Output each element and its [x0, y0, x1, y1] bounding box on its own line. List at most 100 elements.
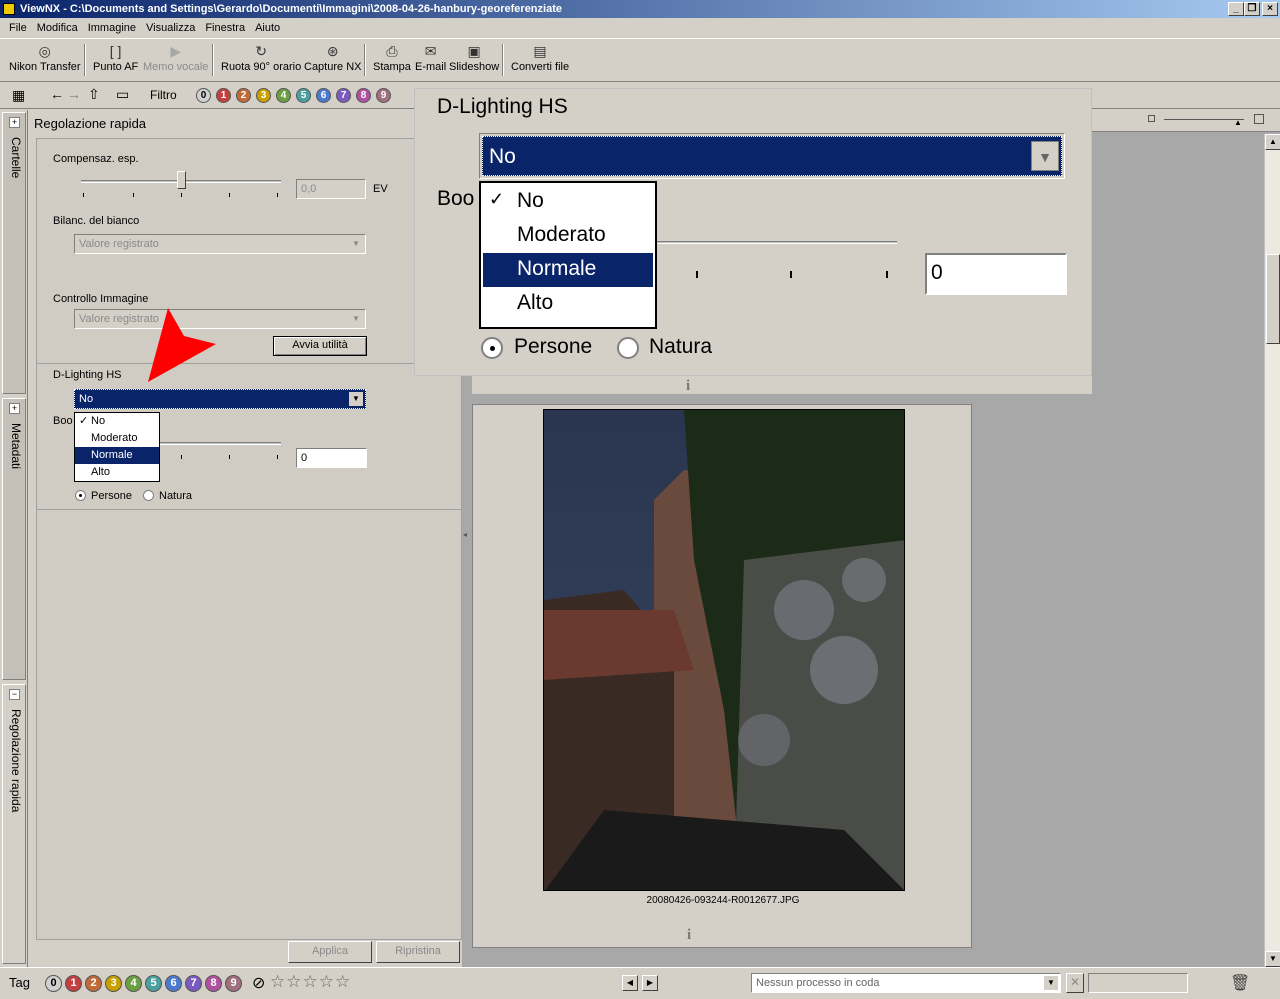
zoom-radio-persone-label: Persone — [514, 335, 593, 358]
filter-rating-2[interactable]: 2 — [236, 88, 251, 103]
dlighting-select[interactable]: No ▼ — [74, 389, 366, 409]
tab-cartelle[interactable]: + Cartelle — [2, 112, 26, 394]
star-rating[interactable]: ☆☆☆☆☆ — [270, 972, 351, 992]
forward-arrow-icon[interactable]: → — [67, 86, 81, 102]
ripristina-button[interactable]: Ripristina — [376, 941, 460, 963]
dropdown-option-moderato[interactable]: Moderato — [75, 430, 159, 447]
slideshow-button[interactable]: ▣ Slideshow — [449, 43, 499, 73]
restore-button[interactable]: ❐ — [1244, 2, 1260, 16]
menu-immagine[interactable]: Immagine — [83, 22, 141, 34]
capture-nx-button[interactable]: ⊛ Capture NX — [304, 43, 361, 73]
prev-button[interactable]: ◀ — [622, 975, 638, 991]
menu-modifica[interactable]: Modifica — [32, 22, 83, 34]
filter-rating-0[interactable]: 0 — [196, 88, 211, 103]
thumbnail-panel[interactable]: 20080426-093244-R0012677.JPG i — [472, 404, 972, 948]
filter-rating-4[interactable]: 4 — [276, 88, 291, 103]
tag-rating-4[interactable]: 4 — [125, 975, 142, 992]
memo-vocale-button[interactable]: ▶ Memo vocale — [143, 43, 208, 73]
zoom-radio-persone[interactable] — [481, 337, 503, 359]
filter-rating-3[interactable]: 3 — [256, 88, 271, 103]
applica-button[interactable]: Applica — [288, 941, 372, 963]
scrollbar-thumb[interactable] — [1266, 254, 1280, 344]
trash-icon[interactable]: 🗑 — [1230, 973, 1250, 993]
radio-persone[interactable] — [75, 490, 86, 501]
folder-icon[interactable]: ▭ — [116, 86, 129, 103]
nikon-transfer-button[interactable]: ◎ Nikon Transfer — [9, 43, 81, 73]
avvia-utilita-button[interactable]: Avvia utilità — [273, 336, 367, 356]
zoom-boost-field[interactable]: 0 — [925, 253, 1067, 295]
zoom-option-no[interactable]: ✓ No — [483, 185, 653, 219]
dropdown-option-no[interactable]: ✓ No — [75, 413, 159, 430]
zoom-select[interactable]: No ▼ — [479, 133, 1065, 179]
filter-rating-9[interactable]: 9 — [376, 88, 391, 103]
close-button[interactable]: × — [1262, 2, 1278, 16]
dlighting-label: D-Lighting HS — [53, 369, 122, 381]
scroll-down-button[interactable]: ▼ — [1265, 951, 1280, 967]
slider-thumb-icon[interactable]: ▲ — [1234, 118, 1242, 127]
compensaz-value-field[interactable]: 0,0 — [296, 179, 366, 199]
back-arrow-icon[interactable]: ← — [50, 86, 64, 102]
zoom-option-alto[interactable]: Alto — [483, 287, 653, 321]
punto-af-button[interactable]: [ ] Punto AF — [93, 43, 138, 73]
tag-rating-2[interactable]: 2 — [85, 975, 102, 992]
dropdown-option-normale[interactable]: Normale — [75, 447, 159, 464]
filter-rating-8[interactable]: 8 — [356, 88, 371, 103]
tag-rating-8[interactable]: 8 — [205, 975, 222, 992]
filter-rating-1[interactable]: 1 — [216, 88, 231, 103]
info-icon[interactable]: i — [686, 378, 690, 395]
tag-rating-1[interactable]: 1 — [65, 975, 82, 992]
menu-aiuto[interactable]: Aiuto — [250, 22, 285, 34]
grid-view-icon[interactable]: ▦ — [12, 87, 25, 104]
filter-rating-7[interactable]: 7 — [336, 88, 351, 103]
minimize-button[interactable]: _ — [1228, 2, 1244, 16]
zoom-overlay: D-Lighting HS No ▼ Boo 0 ✓ No Moderato N… — [414, 88, 1092, 376]
panel-title: Regolazione rapida — [34, 116, 147, 131]
boost-slider-track[interactable] — [157, 442, 281, 445]
photo-thumbnail[interactable] — [543, 409, 905, 891]
zoom-option-moderato[interactable]: Moderato — [483, 219, 653, 253]
zoom-slider-track[interactable] — [653, 241, 897, 244]
queue-select[interactable]: Nessun processo in coda ▼ — [751, 973, 1061, 993]
menu-visualizza[interactable]: Visualizza — [141, 22, 200, 34]
menu-finestra[interactable]: Finestra — [200, 22, 250, 34]
cancel-queue-button[interactable]: ✕ — [1066, 973, 1084, 993]
zoom-option-normale[interactable]: Normale — [483, 253, 653, 287]
scroll-up-button[interactable]: ▲ — [1265, 134, 1280, 150]
tab-regolazione-rapida[interactable]: − Regolazione rapida — [2, 684, 26, 964]
thumbnail-large-icon[interactable] — [1254, 114, 1264, 124]
no-rating-icon[interactable]: ⊘ — [252, 973, 265, 993]
tag-rating-0[interactable]: 0 — [45, 975, 62, 992]
thumbnail-small-icon[interactable] — [1148, 115, 1155, 122]
vertical-scrollbar[interactable]: ▲ ▼ — [1264, 134, 1280, 967]
menu-file[interactable]: File — [4, 22, 32, 34]
email-button[interactable]: ✉ E-mail — [415, 43, 446, 73]
zoom-boost-label: Boo — [437, 187, 475, 210]
info-icon[interactable]: i — [687, 927, 691, 944]
tag-rating-9[interactable]: 9 — [225, 975, 242, 992]
converti-file-button[interactable]: ▤ Converti file — [511, 43, 569, 73]
side-tabs: + Cartelle + Metadati − Regolazione rapi… — [0, 110, 28, 967]
radio-natura[interactable] — [143, 490, 154, 501]
splitter-handle[interactable]: ◂ — [463, 530, 467, 539]
zoom-radio-natura[interactable] — [617, 337, 639, 359]
stampa-button[interactable]: ⎙ Stampa — [373, 43, 411, 73]
toolbar-separator — [364, 44, 366, 76]
boost-value-field[interactable]: 0 — [296, 448, 367, 468]
up-folder-icon[interactable]: ⇧ — [88, 86, 100, 103]
next-button[interactable]: ▶ — [642, 975, 658, 991]
dropdown-option-alto[interactable]: Alto — [75, 464, 159, 481]
arrow-shape — [148, 308, 216, 382]
filter-rating-5[interactable]: 5 — [296, 88, 311, 103]
filter-rating-6[interactable]: 6 — [316, 88, 331, 103]
bilanc-select[interactable]: Valore registrato ▼ — [74, 234, 366, 254]
rotate-button[interactable]: ↻ Ruota 90° orario — [221, 43, 301, 73]
compensaz-slider-thumb[interactable] — [177, 171, 186, 189]
bilanc-label: Bilanc. del bianco — [53, 215, 140, 227]
tag-rating-6[interactable]: 6 — [165, 975, 182, 992]
controllo-select[interactable]: Valore registrato ▼ — [74, 309, 366, 329]
tag-rating-3[interactable]: 3 — [105, 975, 122, 992]
thumbnail-size-slider[interactable] — [1164, 119, 1244, 120]
tab-metadati[interactable]: + Metadati — [2, 398, 26, 680]
tag-rating-7[interactable]: 7 — [185, 975, 202, 992]
tag-rating-5[interactable]: 5 — [145, 975, 162, 992]
